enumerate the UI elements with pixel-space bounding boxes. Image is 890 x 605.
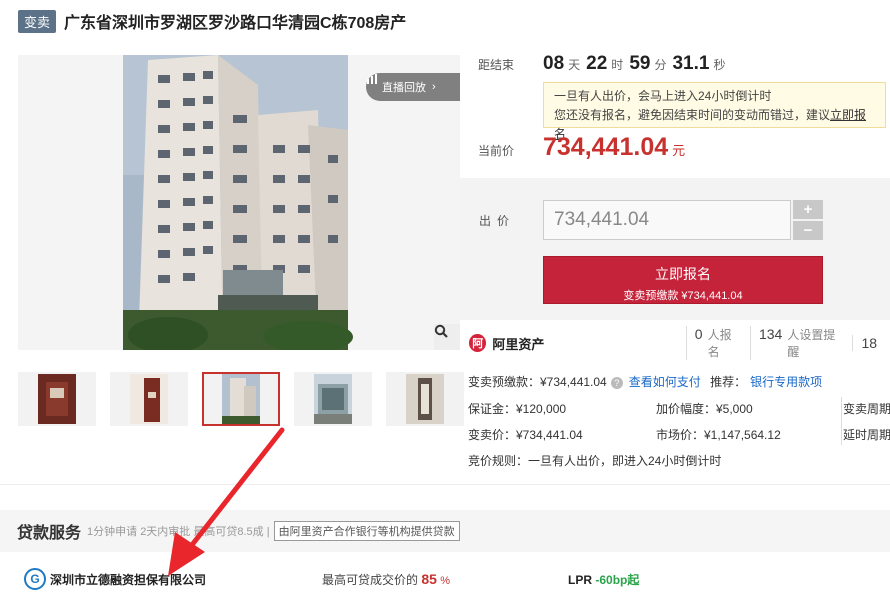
thumbnail[interactable]: [294, 372, 372, 426]
bid-box: 出价 734,441.04 + − 立即报名 变卖预缴款 ¥734,441.04: [459, 178, 890, 320]
chevron-right-icon: ›: [432, 81, 436, 93]
lpr-label: LPR: [568, 572, 592, 587]
bid-rule: 竞价规则：一旦有人出价，即进入24小时倒计时: [468, 454, 722, 468]
guarantee: 保证金：¥120,000: [468, 402, 567, 416]
seller-row: 阿 阿里资产 0 人报名 134 人设置提醒 18: [469, 326, 890, 360]
view-count-num: 18: [861, 335, 878, 351]
bid-amount-input[interactable]: 734,441.04: [543, 200, 791, 240]
signup-button[interactable]: 立即报名 变卖预缴款 ¥734,441.04: [543, 256, 823, 304]
notice-line-1: 一旦有人出价，会马上进入24小时倒计时: [554, 89, 772, 103]
countdown: 距结束 08 天 22 时 59 分 31.1 秒: [478, 53, 731, 75]
current-price-unit: 元: [672, 143, 686, 158]
current-price-row: 当前价 734,441.04 元: [478, 133, 685, 162]
signup-count: 0 人报名: [685, 326, 750, 360]
loan-service-subtitle: 1分钟申请 2天内审批 最高可贷8.5成 |: [87, 526, 270, 538]
lpr-rate: LPR -60bp起: [568, 571, 639, 588]
bid-label: 出价: [479, 214, 516, 228]
sale-period: 变卖周期: [843, 402, 890, 416]
signup-count-num: 0: [694, 326, 703, 342]
countdown-days: 08: [543, 53, 565, 74]
countdown-hours-unit: 时: [611, 58, 624, 72]
lender-row[interactable]: G 深圳市立德融资担保有限公司 最高可贷成交价的 85 % LPR -60bp起: [24, 566, 890, 592]
view-count: 18: [852, 335, 890, 351]
bid-stepper: + −: [793, 200, 823, 242]
sale-type-badge: 变卖: [18, 9, 57, 33]
signup-count-label: 人报名: [707, 328, 732, 359]
countdown-seconds: 31.1: [672, 53, 710, 74]
deposit-text: 变卖预缴款：¥734,441.04: [468, 375, 607, 389]
current-price: 734,441.04: [543, 133, 669, 161]
live-replay-label: 直播回放: [382, 82, 426, 94]
countdown-hours: 22: [586, 53, 608, 74]
loan-service-bar: 贷款服务 1分钟申请 2天内审批 最高可贷8.5成 | 由阿里资产合作银行等机构…: [0, 510, 890, 552]
column-divider: [841, 397, 842, 445]
reminder-count-label: 人设置提醒: [787, 328, 836, 359]
section-divider: [0, 484, 890, 485]
countdown-notice: 一旦有人出价，会马上进入24小时倒计时 您还没有报名，避免因结束时间的变动而错过…: [543, 82, 886, 141]
sale-price: 变卖价：¥734,441.04: [468, 428, 583, 442]
max-loan-percent: 85: [421, 570, 437, 587]
recommend-label: 推荐：: [710, 375, 747, 389]
bid-increment: 加价幅度：¥5,000: [656, 402, 753, 416]
countdown-minutes: 59: [629, 53, 651, 74]
loan-service-title: 贷款服务: [17, 525, 82, 542]
thumbnail-active[interactable]: [202, 372, 280, 426]
main-photo[interactable]: 直播回放 ›: [18, 55, 460, 350]
page-title: 广东省深圳市罗湖区罗沙路口华清园C栋708房产: [64, 15, 407, 32]
seller-name[interactable]: 阿里资产: [492, 334, 685, 353]
signup-button-label: 立即报名: [655, 266, 711, 282]
max-loan-percent-sign: %: [440, 574, 451, 587]
lpr-value: -60bp起: [595, 572, 640, 587]
loan-provider-tag: 由阿里资产合作银行等机构提供贷款: [273, 521, 460, 541]
ali-assets-logo: 阿: [469, 334, 487, 352]
countdown-label: 距结束: [478, 58, 515, 72]
bank-loan-link[interactable]: 银行专用款项: [750, 375, 822, 389]
thumbnail[interactable]: [110, 372, 188, 426]
reminder-count-num: 134: [758, 326, 783, 342]
max-loan: 最高可贷成交价的 85 %: [322, 571, 568, 588]
reminder-count: 134 人设置提醒: [749, 326, 852, 360]
countdown-days-unit: 天: [568, 58, 581, 72]
lender-logo: G: [24, 568, 46, 590]
current-price-label: 当前价: [478, 144, 515, 158]
countdown-seconds-unit: 秒: [713, 58, 726, 72]
max-loan-label: 最高可贷成交价的: [322, 572, 419, 587]
signup-button-deposit: 变卖预缴款 ¥734,441.04: [623, 290, 743, 302]
zoom-button[interactable]: [434, 324, 460, 350]
live-replay-button[interactable]: 直播回放 ›: [366, 73, 460, 101]
help-icon[interactable]: ?: [610, 376, 623, 389]
title-row: 变卖 广东省深圳市罗湖区罗沙路口华清园C栋708房产: [18, 9, 407, 33]
how-to-pay-link[interactable]: 查看如何支付: [629, 375, 701, 389]
notice-line-2-text: 您还没有报名，避免因结束时间的变动而错过，建议: [554, 108, 831, 122]
lender-name: 深圳市立德融资担保有限公司: [50, 572, 207, 587]
deposit-row: 变卖预缴款：¥734,441.04? 查看如何支付 推荐： 银行专用款项: [468, 373, 822, 390]
increase-bid-button[interactable]: +: [793, 200, 823, 219]
thumbnail[interactable]: [386, 372, 464, 426]
market-price: 市场价：¥1,147,564.12: [656, 428, 781, 442]
decrease-bid-button[interactable]: −: [793, 221, 823, 240]
thumbnail[interactable]: [18, 372, 96, 426]
delay-period: 延时周期: [843, 428, 890, 442]
countdown-minutes-unit: 分: [654, 58, 667, 72]
thumbnail-strip: [18, 372, 464, 426]
